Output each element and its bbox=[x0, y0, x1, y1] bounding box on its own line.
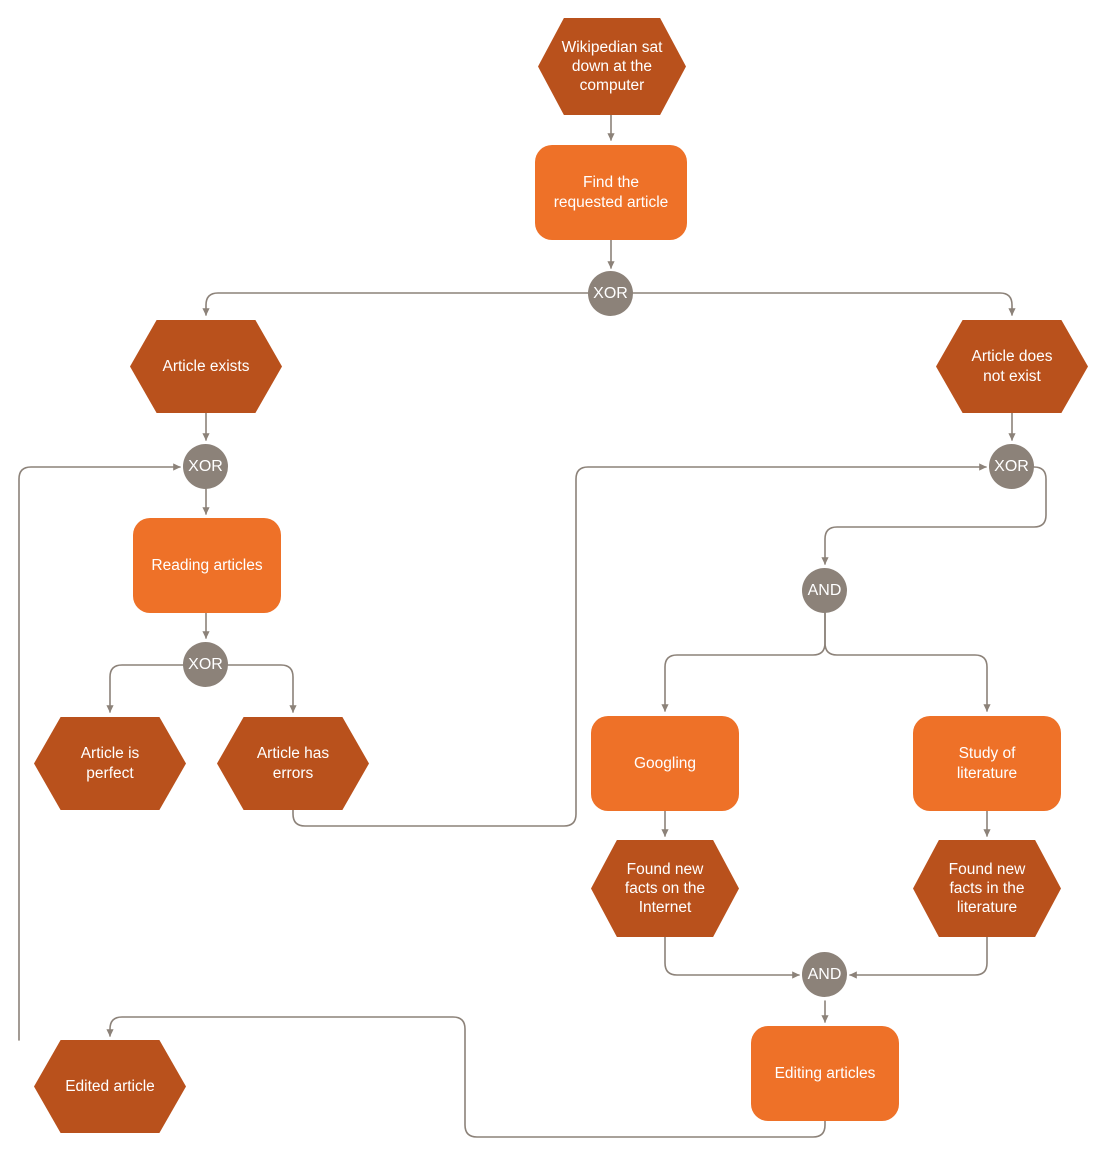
edge-facts_literature-to-and_join bbox=[849, 936, 988, 979]
connector-xor-left-join[interactable]: XOR bbox=[183, 444, 228, 489]
edge-xor_top-to-article_not_exist bbox=[202, 292, 589, 316]
connector-xor-top[interactable]: XOR bbox=[588, 271, 633, 316]
edge-facts_internet-to-and_join bbox=[664, 936, 800, 979]
node-article-exists[interactable]: Article exists bbox=[130, 320, 282, 413]
connector-xor-read-split[interactable]: XOR bbox=[183, 642, 228, 687]
node-facts-internet[interactable]: Found new facts on the Internet bbox=[591, 840, 739, 937]
node-edited-article[interactable]: Edited article bbox=[34, 1040, 186, 1133]
node-article-perfect[interactable]: Article is perfect bbox=[34, 717, 186, 810]
connector-xor-right-join[interactable]: XOR bbox=[989, 444, 1034, 489]
edge-xor_top-to-article_exists bbox=[632, 292, 1016, 316]
node-article-not-exist[interactable]: Article does not exist bbox=[936, 320, 1088, 413]
node-googling[interactable]: Googling bbox=[591, 716, 739, 811]
edge-xor_read_split-to-article_errors bbox=[227, 664, 297, 713]
edge-and_split-to-study_literature bbox=[824, 612, 991, 712]
node-editing-articles[interactable]: Editing articles bbox=[751, 1026, 899, 1121]
node-facts-literature[interactable]: Found new facts in the literature bbox=[913, 840, 1061, 937]
edge-and_split-to-googling bbox=[661, 612, 826, 712]
connector-and-join[interactable]: AND bbox=[802, 952, 847, 997]
edge-xor_read_split-to-article_perfect bbox=[106, 664, 184, 713]
node-study-literature[interactable]: Study of literature bbox=[913, 716, 1061, 811]
node-find-article[interactable]: Find the requested article bbox=[535, 145, 687, 240]
node-start-event[interactable]: Wikipedian sat down at the computer bbox=[538, 18, 686, 115]
node-reading-articles[interactable]: Reading articles bbox=[133, 518, 281, 613]
connector-and-split[interactable]: AND bbox=[802, 568, 847, 613]
node-article-errors[interactable]: Article has errors bbox=[217, 717, 369, 810]
edge-editing_articles-to-edited_article bbox=[106, 1016, 826, 1138]
epc-diagram-canvas: Wikipedian sat down at the computer Find … bbox=[0, 0, 1100, 1165]
